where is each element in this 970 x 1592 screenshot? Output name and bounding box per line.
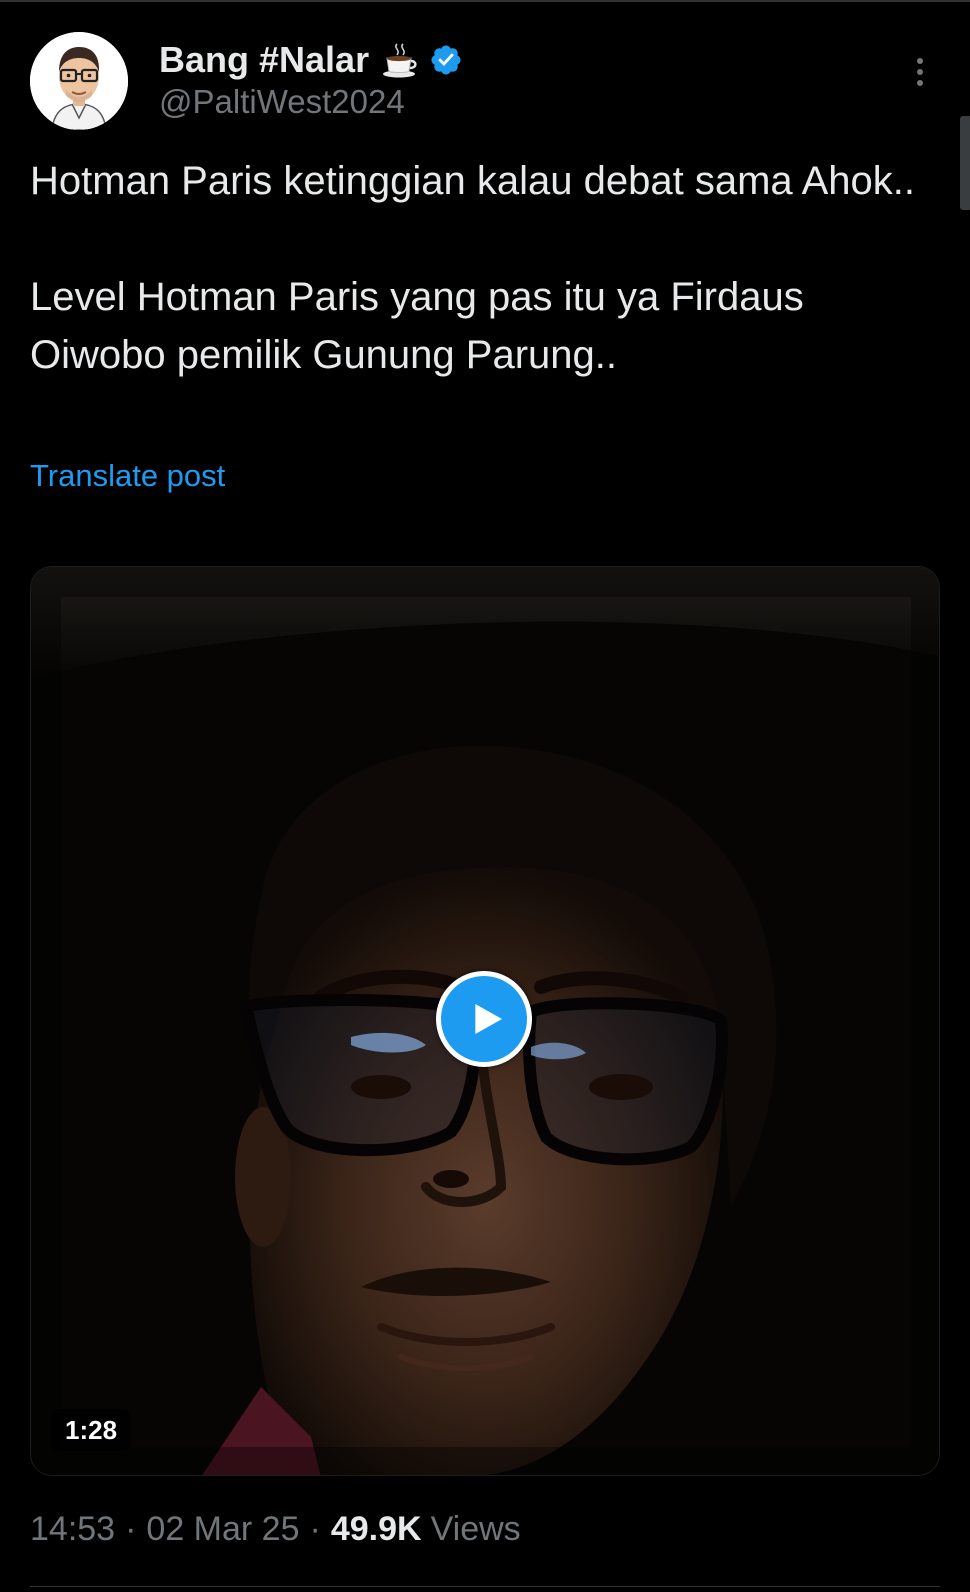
post-text: Hotman Paris ketinggian kalau debat sama…	[30, 152, 940, 384]
video-duration-badge: 1:28	[51, 1409, 132, 1451]
more-vertical-icon	[917, 58, 923, 64]
post-paragraph: Hotman Paris ketinggian kalau debat sama…	[30, 159, 915, 203]
avatar-illustration	[30, 32, 128, 130]
post-time[interactable]: 14:53	[30, 1510, 115, 1549]
more-vertical-icon-dot	[917, 69, 923, 75]
author-handle[interactable]: @PaltiWest2024	[159, 83, 405, 121]
avatar[interactable]	[30, 32, 128, 130]
post-date[interactable]: 02 Mar 25	[146, 1510, 299, 1549]
video-player[interactable]: 1:28	[30, 566, 940, 1476]
play-icon	[475, 1004, 502, 1034]
meta-separator: ·	[125, 1510, 137, 1548]
author-display-name[interactable]: Bang #Nalar	[159, 39, 369, 81]
views-label[interactable]: Views	[431, 1510, 521, 1549]
scrollbar-thumb[interactable]	[960, 116, 970, 210]
translate-post-link[interactable]: Translate post	[30, 458, 225, 494]
author-name-row[interactable]: Bang #Nalar	[159, 38, 463, 82]
play-button[interactable]	[436, 971, 532, 1067]
more-vertical-icon-dot	[917, 80, 923, 86]
post-paragraph: Level Hotman Paris yang pas itu ya Firda…	[30, 275, 804, 377]
verified-icon[interactable]	[429, 43, 463, 77]
post-meta: 14:53 · 02 Mar 25 · 49.9K Views	[30, 1510, 521, 1549]
more-options-button[interactable]	[902, 52, 938, 92]
bottom-divider	[30, 1586, 940, 1587]
views-count[interactable]: 49.9K	[331, 1510, 422, 1549]
meta-separator: ·	[309, 1510, 321, 1548]
top-divider	[0, 0, 970, 2]
coffee-icon	[383, 43, 417, 78]
